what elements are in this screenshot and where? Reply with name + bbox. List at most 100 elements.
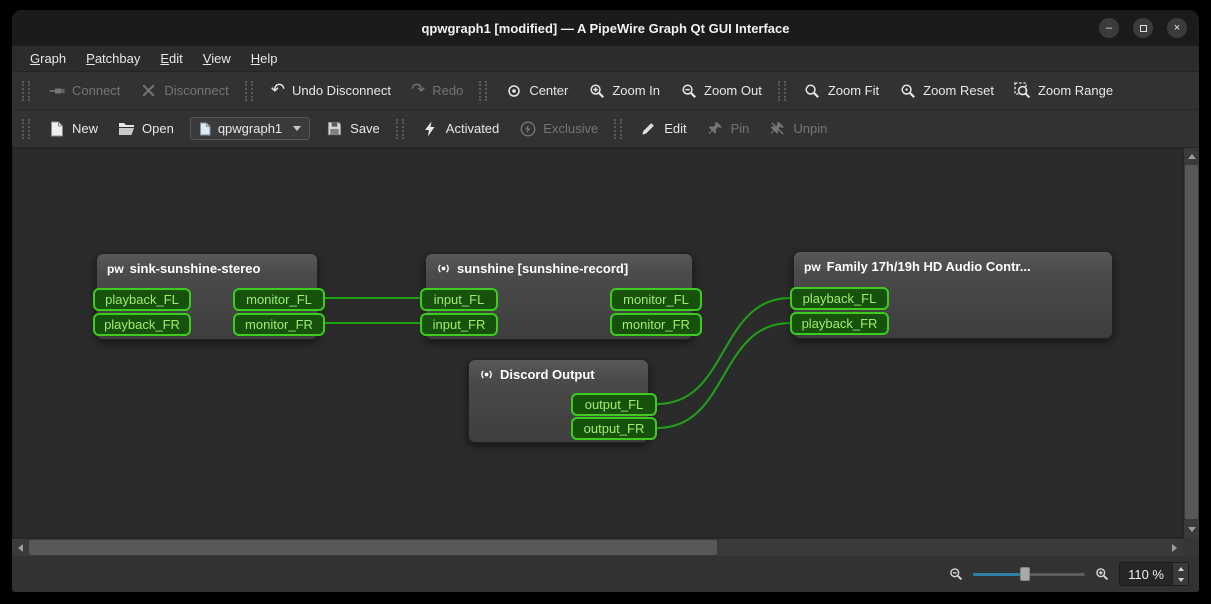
chevron-down-icon — [293, 126, 302, 131]
port-playback-fl[interactable]: playback_FL — [790, 287, 889, 310]
zoom-spin-up-button[interactable] — [1173, 563, 1188, 574]
menu-item-graph[interactable]: Graph — [20, 46, 76, 71]
menubar: Graph Patchbay Edit View Help — [12, 46, 1199, 72]
port-output-fl[interactable]: output_FL — [571, 393, 657, 416]
port-output-fr[interactable]: output_FR — [571, 417, 657, 440]
port-monitor-fr[interactable]: monitor_FR — [610, 313, 702, 336]
zoom-slider[interactable] — [973, 566, 1086, 582]
port-input-fl[interactable]: input_FL — [420, 288, 498, 311]
minimize-button[interactable]: – — [1099, 18, 1119, 38]
port-playback-fl[interactable]: playback_FL — [93, 288, 191, 311]
spin-down-icon — [1177, 577, 1184, 582]
toolbar-grip[interactable] — [777, 80, 786, 101]
zoom-value: 110 % — [1128, 566, 1164, 582]
audio-node-icon — [479, 367, 494, 382]
toolbar-grip[interactable] — [614, 118, 623, 139]
new-button[interactable]: New — [38, 115, 108, 142]
menu-item-view[interactable]: View — [193, 46, 241, 71]
toolbar-grip[interactable] — [22, 80, 30, 101]
connect-button[interactable]: Connect — [38, 77, 130, 104]
open-button[interactable]: Open — [108, 115, 184, 142]
patchbay-selector-value: qpwgraph1 — [217, 121, 283, 136]
zoom-reset-button[interactable]: Zoom Reset — [889, 77, 1004, 104]
zoom-out-icon — [680, 82, 697, 99]
pencil-icon — [640, 120, 657, 137]
zoom-out-button[interactable]: Zoom Out — [670, 77, 772, 104]
graph-canvas[interactable]: pw sink-sunshine-stereo playback_FL play… — [12, 148, 1183, 538]
patchbay-selector[interactable]: qpwgraph1 — [189, 117, 311, 140]
patchbay-file-icon — [199, 122, 212, 136]
unpin-icon — [769, 120, 786, 137]
zoom-slider-handle[interactable] — [1020, 567, 1031, 581]
center-button[interactable]: Center — [495, 77, 578, 104]
scroll-right-arrow[interactable] — [1172, 544, 1177, 552]
node-family-hd-audio-controller[interactable]: pw Family 17h/19h HD Audio Contr... play… — [790, 251, 1113, 339]
port-monitor-fl[interactable]: monitor_FL — [233, 288, 325, 311]
edit-button[interactable]: Edit — [630, 115, 696, 142]
node-title: sunshine [sunshine-record] — [457, 261, 629, 276]
menu-item-help[interactable]: Help — [241, 46, 288, 71]
pin-button[interactable]: Pin — [697, 115, 760, 142]
scroll-left-arrow[interactable] — [18, 544, 23, 552]
lightning-circle-icon — [519, 120, 536, 137]
toolbar-grip[interactable] — [244, 80, 253, 101]
port-monitor-fl[interactable]: monitor_FL — [610, 288, 702, 311]
graph-toolbar: Connect Disconnect ↶ Undo Disconnect ↷ R… — [12, 72, 1199, 110]
vertical-scrollbar-thumb[interactable] — [1185, 165, 1198, 519]
save-button[interactable]: Save — [316, 115, 390, 142]
toolbar-grip[interactable] — [479, 80, 488, 101]
patchbay-toolbar: New Open qpwgraph1 Save Activated Exclus… — [12, 110, 1199, 148]
connect-icon — [48, 82, 65, 99]
undo-icon: ↶ — [270, 80, 285, 100]
port-monitor-fr[interactable]: monitor_FR — [233, 313, 325, 336]
pin-icon — [707, 120, 724, 137]
app-window: qpwgraph1 [modified] — A PipeWire Graph … — [12, 10, 1199, 592]
statusbar: 110 % — [12, 556, 1199, 592]
graph-canvas-area: pw sink-sunshine-stereo playback_FL play… — [12, 148, 1199, 556]
activated-button[interactable]: Activated — [412, 115, 509, 142]
exclusive-button[interactable]: Exclusive — [509, 115, 608, 142]
scroll-down-arrow[interactable] — [1188, 527, 1196, 532]
toolbar-grip[interactable] — [395, 118, 404, 139]
horizontal-scrollbar[interactable] — [12, 538, 1183, 556]
vertical-scrollbar[interactable] — [1183, 148, 1199, 538]
redo-button[interactable]: ↷ Redo — [401, 77, 473, 104]
window-title: qpwgraph1 [modified] — A PipeWire Graph … — [421, 20, 790, 36]
close-button[interactable]: × — [1167, 18, 1187, 38]
menu-item-patchbay[interactable]: Patchbay — [76, 46, 150, 71]
pipewire-icon: pw — [107, 261, 124, 276]
redo-icon: ↷ — [410, 80, 426, 100]
new-document-icon — [48, 120, 65, 137]
zoom-range-button[interactable]: Zoom Range — [1004, 77, 1123, 104]
port-input-fr[interactable]: input_FR — [420, 313, 498, 336]
menu-item-edit[interactable]: Edit — [150, 46, 192, 71]
pipewire-icon: pw — [804, 259, 821, 274]
horizontal-scrollbar-thumb[interactable] — [29, 540, 717, 555]
node-sink-sunshine-stereo[interactable]: pw sink-sunshine-stereo playback_FL play… — [93, 253, 325, 340]
undo-disconnect-button[interactable]: ↶ Undo Disconnect — [261, 77, 401, 104]
zoom-spinbox[interactable]: 110 % — [1119, 562, 1189, 586]
port-playback-fr[interactable]: playback_FR — [790, 312, 889, 335]
maximize-button[interactable] — [1133, 18, 1153, 38]
disconnect-button[interactable]: Disconnect — [130, 77, 238, 104]
unpin-button[interactable]: Unpin — [759, 115, 837, 142]
zoom-spin-down-button[interactable] — [1173, 574, 1188, 585]
zoom-in-icon — [1095, 567, 1109, 581]
titlebar[interactable]: qpwgraph1 [modified] — A PipeWire Graph … — [12, 10, 1199, 46]
toolbar-grip[interactable] — [22, 118, 30, 139]
zoom-fit-icon — [804, 82, 821, 99]
node-title: Discord Output — [500, 367, 595, 382]
audio-node-icon — [436, 261, 451, 276]
zoom-slider-fill — [973, 573, 1026, 576]
connection-layer — [324, 297, 791, 429]
scroll-up-arrow[interactable] — [1188, 154, 1196, 159]
node-title: Family 17h/19h HD Audio Contr... — [826, 259, 1031, 274]
node-discord-output[interactable]: Discord Output output_FL output_FR — [468, 359, 657, 443]
center-icon — [505, 82, 522, 99]
port-playback-fr[interactable]: playback_FR — [93, 313, 191, 336]
zoom-reset-icon — [899, 82, 916, 99]
window-controls: – × — [1099, 18, 1187, 38]
zoom-in-button[interactable]: Zoom In — [578, 77, 670, 104]
node-sunshine-record[interactable]: sunshine [sunshine-record] input_FL inpu… — [420, 253, 702, 340]
zoom-fit-button[interactable]: Zoom Fit — [794, 77, 889, 104]
